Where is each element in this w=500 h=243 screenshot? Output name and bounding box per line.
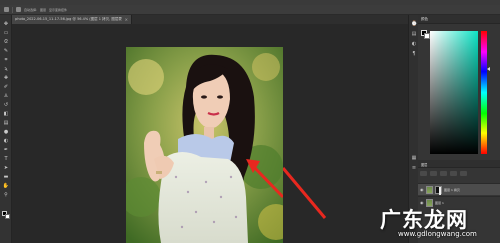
tab-color[interactable]: 颜色 [421, 17, 428, 22]
layers-filter-row [420, 171, 498, 177]
close-icon[interactable]: × [125, 17, 128, 22]
brush-icon[interactable]: ✐ [3, 84, 9, 90]
document-tab-title: photo_2022-06-15_11-17-56.jpg @ 56.4% (图… [15, 17, 122, 21]
stamp-icon[interactable]: ♙ [3, 93, 9, 99]
filter-type-button[interactable] [450, 171, 457, 176]
color-picker-field[interactable] [430, 31, 478, 154]
divider [12, 6, 13, 13]
document-tab-bar: photo_2022-06-15_11-17-56.jpg @ 56.4% (图… [12, 15, 408, 24]
eyedropper-icon[interactable]: ϡ [3, 66, 9, 72]
layer-name: 图层 1 拷贝 [444, 187, 460, 192]
canvas-area[interactable] [12, 24, 408, 243]
hue-slider[interactable] [481, 31, 487, 154]
type-icon[interactable]: T [3, 156, 9, 162]
filter-pixel-button[interactable] [430, 171, 437, 176]
properties-panel-icon[interactable]: ▤ [411, 31, 417, 37]
filter-kind-button[interactable] [420, 171, 427, 176]
paragraph-panel-icon[interactable]: ¶ [411, 51, 417, 57]
dodge-icon[interactable]: ◐ [3, 138, 9, 144]
shape-icon[interactable]: ▬ [3, 174, 9, 180]
tools-panel: ✥ ▭ ᘓ ✎ ⌗ ϡ ✚ ✐ ♙ ↺ ◧ ▤ ● ◐ ✒ T ➤ ▬ ✋ ⚲ [0, 15, 12, 243]
layer-mask-thumbnail[interactable] [435, 185, 442, 195]
home-icon[interactable] [4, 7, 9, 12]
document-tab[interactable]: photo_2022-06-15_11-17-56.jpg @ 56.4% (图… [12, 15, 132, 24]
options-bar: 自动选择: 图层 显示变换控件 [0, 5, 500, 15]
channels-panel-icon[interactable]: ≡ [411, 165, 417, 171]
adjustments-panel-icon[interactable]: ◐ [411, 41, 417, 47]
healing-icon[interactable]: ✚ [3, 75, 9, 81]
watermark-url: www.gdlongwang.com [398, 230, 477, 238]
arrow-tail [283, 167, 327, 219]
auto-select-target[interactable]: 图层 [40, 8, 46, 12]
layer-row[interactable]: ◉ 图层 1 拷贝 [418, 183, 500, 195]
filter-shape-button[interactable] [460, 171, 467, 176]
portrait-photo [126, 47, 283, 243]
hue-slider-handle[interactable] [487, 67, 490, 71]
move-tool-icon[interactable] [16, 7, 21, 12]
zoom-icon[interactable]: ⚲ [3, 192, 9, 198]
auto-select-label: 自动选择: [24, 7, 38, 12]
move-icon[interactable]: ✥ [3, 21, 9, 27]
show-transform-controls[interactable]: 显示变换控件 [49, 8, 67, 12]
blur-icon[interactable]: ● [3, 129, 9, 135]
color-panel-header: 颜色 [418, 15, 500, 24]
libraries-panel-icon[interactable]: ▦ [411, 155, 417, 161]
watermark: 广东龙网 www.gdlongwang.com [370, 200, 495, 240]
visibility-eye-icon[interactable]: ◉ [420, 187, 424, 192]
photoshop-window: 自动选择: 图层 显示变换控件 photo_2022-06-15_11-17-5… [0, 0, 500, 243]
history-panel-icon[interactable]: ⌚ [411, 21, 417, 27]
hand-icon[interactable]: ✋ [3, 183, 9, 189]
path-select-icon[interactable]: ➤ [3, 165, 9, 171]
tab-layers[interactable]: 图层 [421, 162, 427, 167]
lasso-icon[interactable]: ᘓ [3, 39, 9, 45]
layer-thumbnail [426, 185, 433, 194]
crop-icon[interactable]: ⌗ [3, 57, 9, 63]
marquee-icon[interactable]: ▭ [3, 30, 9, 36]
layers-panel-header: 图层 [418, 160, 500, 168]
filter-adjust-button[interactable] [440, 171, 447, 176]
background-color-swatch[interactable] [5, 214, 10, 219]
pen-icon[interactable]: ✒ [3, 147, 9, 153]
gradient-icon[interactable]: ▤ [3, 120, 9, 126]
quick-select-icon[interactable]: ✎ [3, 48, 9, 54]
history-brush-icon[interactable]: ↺ [3, 102, 9, 108]
eraser-icon[interactable]: ◧ [3, 111, 9, 117]
